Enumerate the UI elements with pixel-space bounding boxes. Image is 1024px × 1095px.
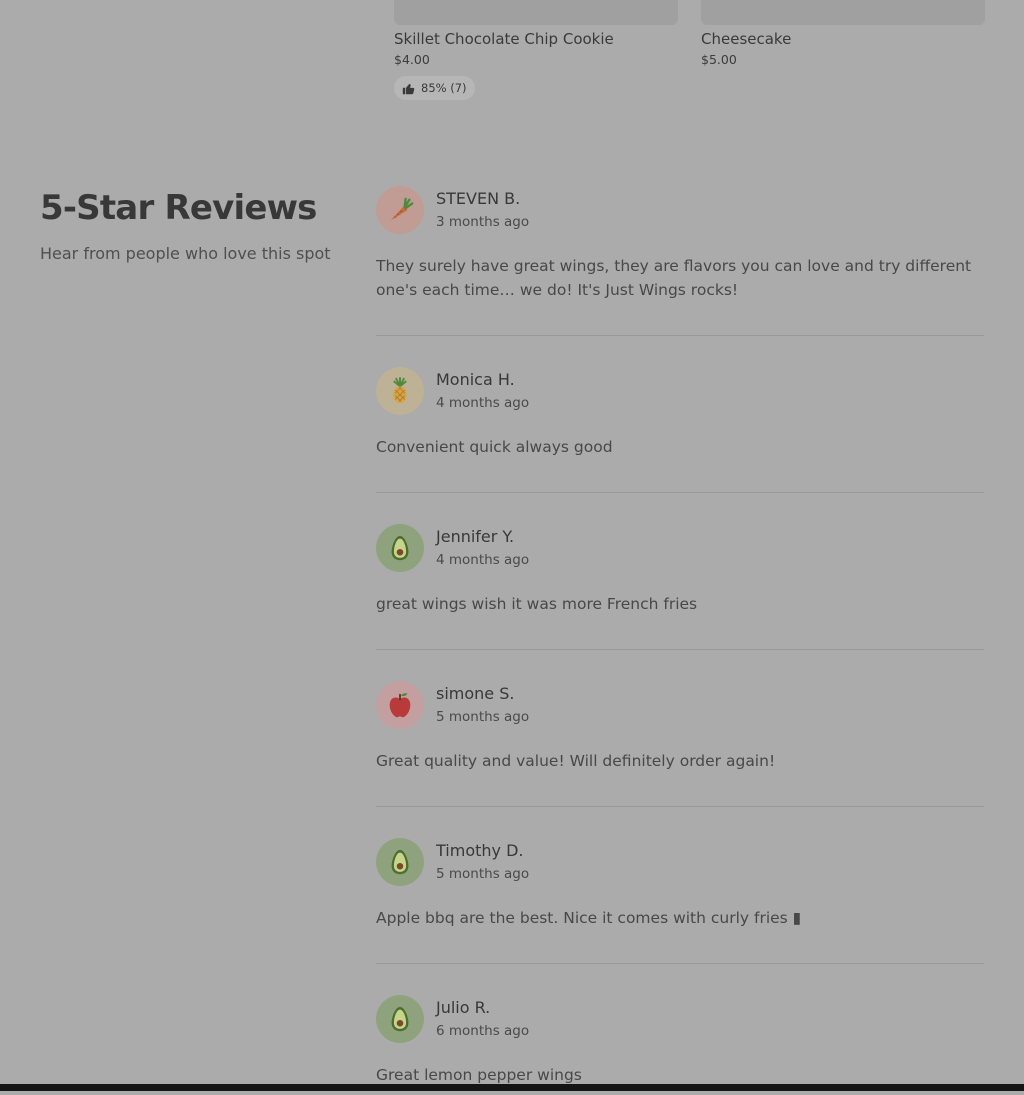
menu-item-image[interactable]: [701, 0, 985, 25]
menu-item-price: $4.00: [394, 52, 430, 67]
carrot-icon: [385, 195, 415, 225]
reviewer-name: Julio R.: [436, 998, 491, 1017]
pineapple-icon: [385, 376, 415, 406]
avatar: [376, 367, 424, 415]
review-text: great wings wish it was more French frie…: [376, 595, 698, 613]
menu-item-price: $5.00: [701, 52, 737, 67]
reviewer-name: simone S.: [436, 684, 515, 703]
bottom-edge: [0, 1084, 1024, 1091]
avatar: [376, 838, 424, 886]
review-item: simone S. 5 months ago Great quality and…: [376, 681, 984, 807]
review-date: 5 months ago: [436, 866, 530, 882]
avocado-icon: [385, 847, 415, 877]
avocado-icon: [385, 533, 415, 563]
review-text: Great quality and value! Will definitely…: [376, 752, 776, 770]
review-item: Jennifer Y. 4 months ago great wings wis…: [376, 524, 984, 650]
avatar: [376, 524, 424, 572]
review-text: Apple bbq are the best. Nice it comes wi…: [376, 909, 802, 927]
menu-item-card[interactable]: Cheesecake $5.00: [701, 0, 985, 67]
menu-item-name: Cheesecake: [701, 30, 792, 48]
review-date: 5 months ago: [436, 709, 530, 725]
menu-item-image[interactable]: [394, 0, 678, 25]
reviewer-name: Timothy D.: [436, 841, 524, 860]
section-title: 5-Star Reviews: [40, 188, 317, 228]
review-date: 4 months ago: [436, 552, 530, 568]
menu-item-card[interactable]: Skillet Chocolate Chip Cookie $4.00 85% …: [394, 0, 678, 100]
review-text: They surely have great wings, they are f…: [376, 257, 972, 299]
review-date: 3 months ago: [436, 214, 530, 230]
rating-badge: 85% (7): [394, 76, 475, 100]
reviewer-name: STEVEN B.: [436, 189, 521, 208]
avocado-icon: [385, 1004, 415, 1034]
review-text: Convenient quick always good: [376, 438, 613, 456]
avatar: [376, 186, 424, 234]
review-date: 4 months ago: [436, 395, 530, 411]
reviewer-name: Jennifer Y.: [436, 527, 515, 546]
rating-text: 85% (7): [421, 81, 467, 95]
avatar: [376, 681, 424, 729]
section-subtitle: Hear from people who love this spot: [40, 244, 331, 263]
review-date: 6 months ago: [436, 1023, 530, 1039]
menu-item-name: Skillet Chocolate Chip Cookie: [394, 30, 614, 48]
reviewer-name: Monica H.: [436, 370, 515, 389]
review-item: Timothy D. 5 months ago Apple bbq are th…: [376, 838, 984, 964]
apple-icon: [385, 690, 415, 720]
avatar: [376, 995, 424, 1043]
review-item: Monica H. 4 months ago Convenient quick …: [376, 367, 984, 493]
review-list: STEVEN B. 3 months ago They surely have …: [376, 186, 984, 1095]
thumbs-up-icon: [402, 82, 415, 95]
review-item: Julio R. 6 months ago Great lemon pepper…: [376, 995, 984, 1095]
review-item: STEVEN B. 3 months ago They surely have …: [376, 186, 984, 336]
